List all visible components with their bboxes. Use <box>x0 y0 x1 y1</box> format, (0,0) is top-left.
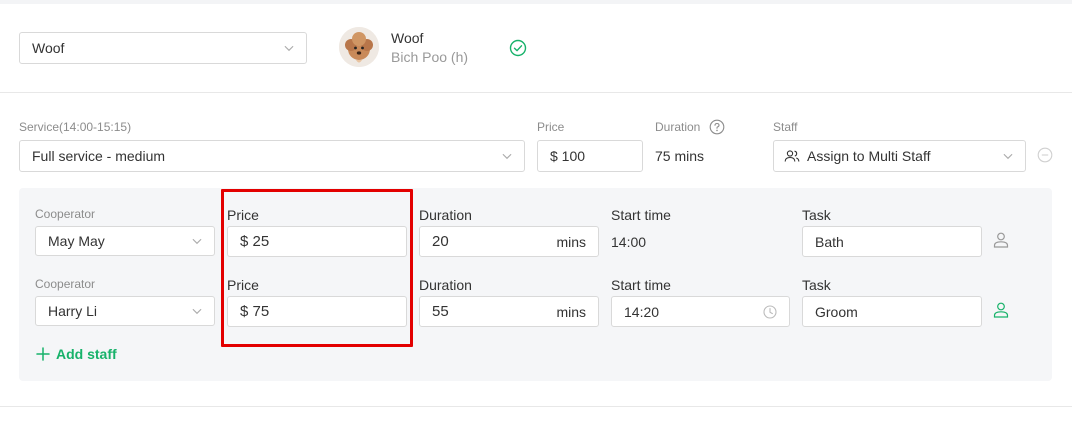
chevron-down-icon <box>502 151 512 161</box>
cooperator-panel <box>19 188 1052 381</box>
user-icon[interactable] <box>992 301 1010 319</box>
service-select[interactable]: Full service - medium <box>19 140 525 172</box>
cooperator-label: Cooperator <box>35 207 96 221</box>
pet-select-value: Woof <box>32 40 65 56</box>
cooperator-select[interactable]: May May <box>35 226 215 256</box>
cooperator-select-value: May May <box>48 233 105 249</box>
cooperator-start-value: 14:20 <box>624 303 660 320</box>
divider <box>0 92 1072 93</box>
user-icon[interactable] <box>992 231 1010 249</box>
clock-icon <box>763 304 777 319</box>
cooperator-duration-label: Duration <box>419 207 472 223</box>
cooperator-select-value: Harry Li <box>48 303 98 319</box>
service-price-input[interactable]: $ 100 <box>537 140 643 172</box>
cooperator-task-label: Task <box>802 277 831 293</box>
cooperator-task-value: Bath <box>815 233 844 250</box>
pet-name: Woof <box>391 30 424 46</box>
help-circle-icon[interactable] <box>709 119 725 135</box>
staff-select[interactable]: Assign to Multi Staff <box>773 140 1026 172</box>
cooperator-duration-label: Duration <box>419 277 472 293</box>
cooperator-start-label: Start time <box>611 207 671 223</box>
divider <box>0 406 1072 407</box>
chevron-down-icon <box>284 43 294 53</box>
service-duration-value: 75 mins <box>655 148 705 164</box>
pet-avatar <box>339 27 379 67</box>
pet-breed: Bich Poo (h) <box>391 49 469 65</box>
chevron-down-icon <box>192 306 202 316</box>
cooperator-task-value: Groom <box>815 303 858 320</box>
add-staff-button[interactable]: Add staff <box>36 346 117 362</box>
service-select-value: Full service - medium <box>32 148 166 164</box>
service-price-value: $ 100 <box>550 148 586 164</box>
cooperator-duration-input[interactable]: 55 mins <box>419 296 599 327</box>
duration-unit: mins <box>556 303 586 320</box>
staff-label: Staff <box>773 120 798 134</box>
service-label: Service(14:00-15:15) <box>19 120 132 134</box>
staff-select-value: Assign to Multi Staff <box>807 148 931 164</box>
cooperator-task-input[interactable]: Bath <box>802 226 982 257</box>
cooperator-select[interactable]: Harry Li <box>35 296 215 326</box>
cooperator-task-input[interactable]: Groom <box>802 296 982 327</box>
add-staff-label: Add staff <box>56 346 117 362</box>
cooperator-duration-value: 55 <box>432 303 449 320</box>
cooperator-start-value: 14:00 <box>611 234 647 250</box>
cooperator-label: Cooperator <box>35 277 96 291</box>
users-icon <box>784 149 800 163</box>
cooperator-start-label: Start time <box>611 277 671 293</box>
check-circle-icon <box>509 39 527 57</box>
cooperator-task-label: Task <box>802 207 831 223</box>
cooperator-duration-input[interactable]: 20 mins <box>419 226 599 257</box>
plus-icon <box>36 347 50 361</box>
pet-select[interactable]: Woof <box>19 32 307 64</box>
service-price-label: Price <box>537 120 565 134</box>
top-bar <box>0 0 1072 4</box>
service-duration-label: Duration <box>655 120 701 134</box>
price-highlight-box <box>221 189 413 347</box>
cooperator-start-input[interactable]: 14:20 <box>611 296 790 327</box>
chevron-down-icon <box>192 236 202 246</box>
chevron-down-icon <box>1003 151 1013 161</box>
cooperator-duration-value: 20 <box>432 233 449 250</box>
duration-unit: mins <box>556 233 586 250</box>
remove-circle-icon[interactable] <box>1037 147 1053 163</box>
